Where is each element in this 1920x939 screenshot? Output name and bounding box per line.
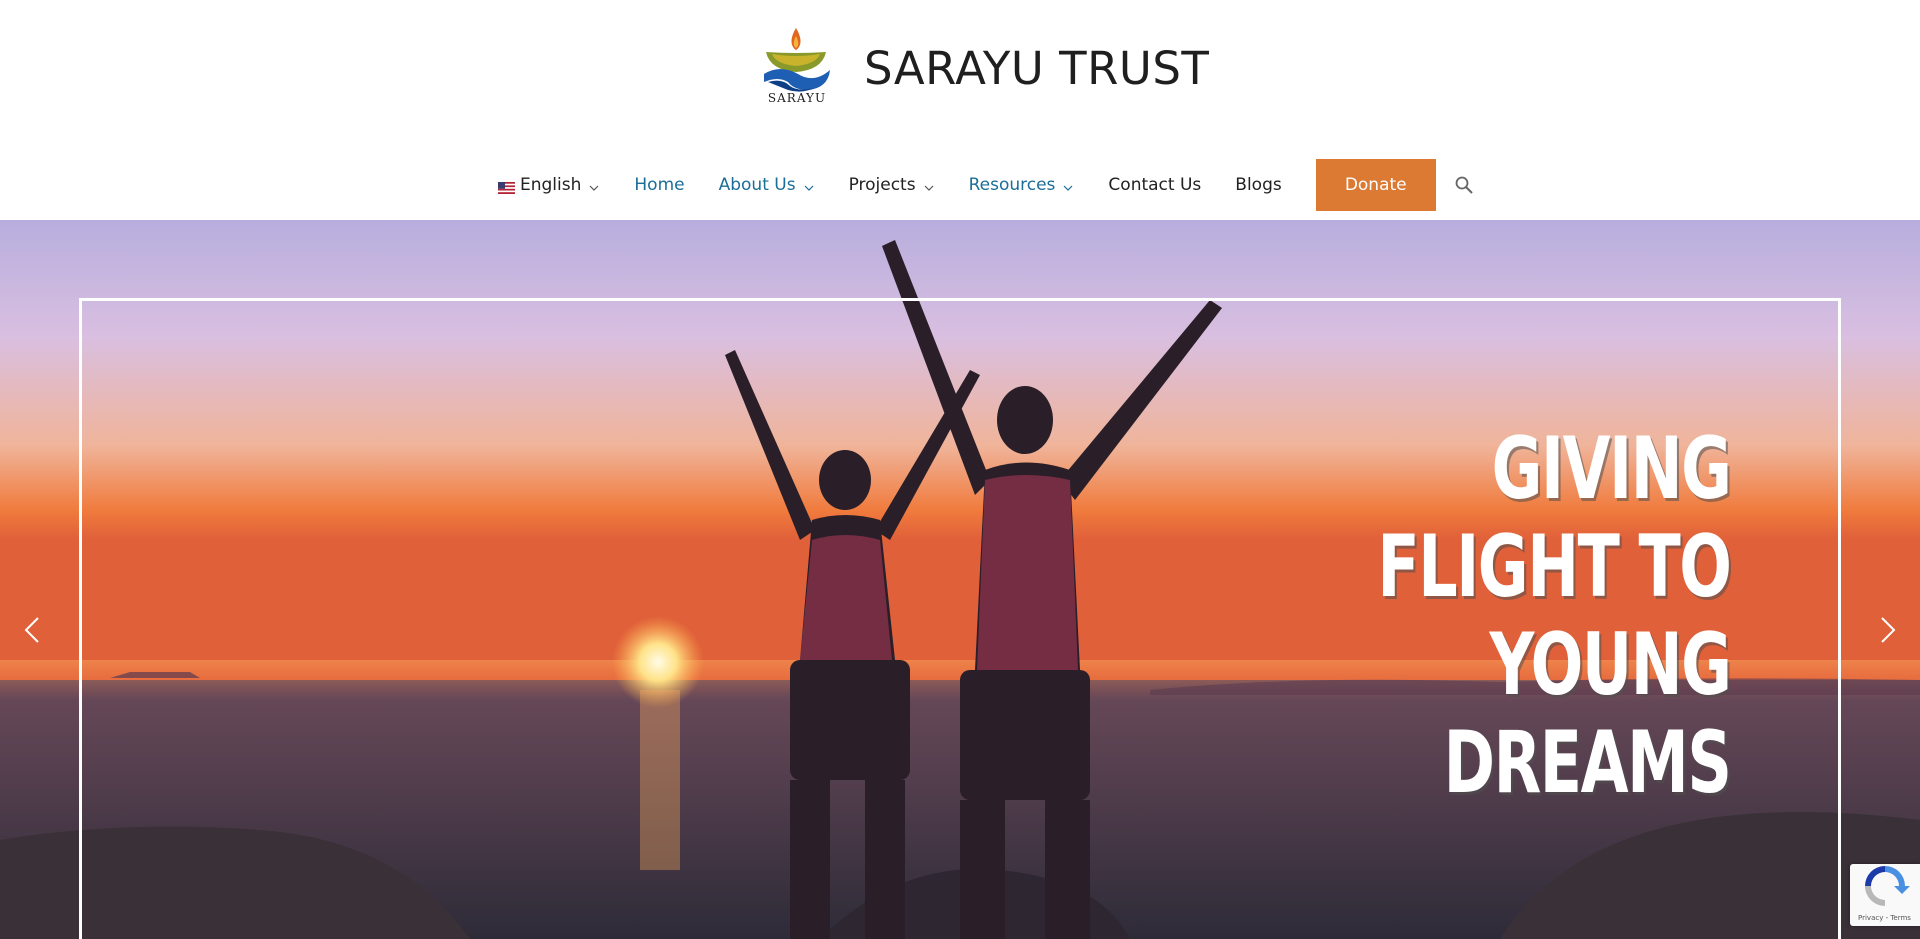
chevron-down-icon xyxy=(1062,179,1074,191)
nav-item-label: Projects xyxy=(848,175,916,195)
nav-item-home[interactable]: Home xyxy=(634,175,684,195)
recaptcha-icon xyxy=(1865,866,1910,906)
chevron-down-icon xyxy=(803,179,815,191)
recaptcha-links[interactable]: Privacy - Terms xyxy=(1858,914,1911,922)
recaptcha-badge[interactable]: Privacy - Terms xyxy=(1850,864,1920,926)
nav-item-about-us[interactable]: About Us xyxy=(719,175,815,195)
hero-headline: GIVING FLIGHT TO YOUNG DREAMS xyxy=(1376,419,1732,813)
nav-item-resources[interactable]: Resources xyxy=(969,175,1075,195)
donate-button[interactable]: Donate xyxy=(1315,159,1436,211)
language-label: English xyxy=(520,175,582,195)
nav-item-label: Blogs xyxy=(1235,175,1282,195)
chevron-down-icon xyxy=(923,179,935,191)
hero-slider: GIVING FLIGHT TO YOUNG DREAMS xyxy=(0,220,1920,939)
main-navigation: English Home About Us Projects Resources xyxy=(498,159,1476,211)
nav-item-projects[interactable]: Projects xyxy=(849,175,935,195)
chevron-left-icon[interactable] xyxy=(12,600,52,660)
headline-line: FLIGHT TO xyxy=(1376,517,1732,617)
site-title[interactable]: SARAYU TRUST xyxy=(864,42,1209,95)
site-header: SARAYU SARAYU TRUST English Home About U… xyxy=(0,0,1920,220)
nav-item-label: About Us xyxy=(718,175,796,195)
chevron-right-icon[interactable] xyxy=(1868,600,1908,660)
nav-item-label: Contact Us xyxy=(1108,175,1202,195)
nav-item-label: Resources xyxy=(968,175,1056,195)
headline-line: GIVING xyxy=(1491,419,1731,519)
chevron-down-icon xyxy=(588,179,600,191)
nav-item-label: Home xyxy=(634,175,685,195)
search-icon[interactable] xyxy=(1454,174,1476,196)
nav-item-blogs[interactable]: Blogs xyxy=(1235,175,1281,195)
logo-text: SARAYU xyxy=(767,91,827,105)
sarayu-logo[interactable]: SARAYU xyxy=(758,24,836,108)
us-flag-icon xyxy=(498,179,515,194)
nav-item-contact-us[interactable]: Contact Us xyxy=(1108,175,1201,195)
site-branding[interactable]: SARAYU SARAYU TRUST xyxy=(758,24,1209,108)
headline-line: DREAMS xyxy=(1443,713,1731,813)
headline-line: YOUNG xyxy=(1489,615,1731,715)
language-switcher[interactable]: English xyxy=(498,175,600,195)
